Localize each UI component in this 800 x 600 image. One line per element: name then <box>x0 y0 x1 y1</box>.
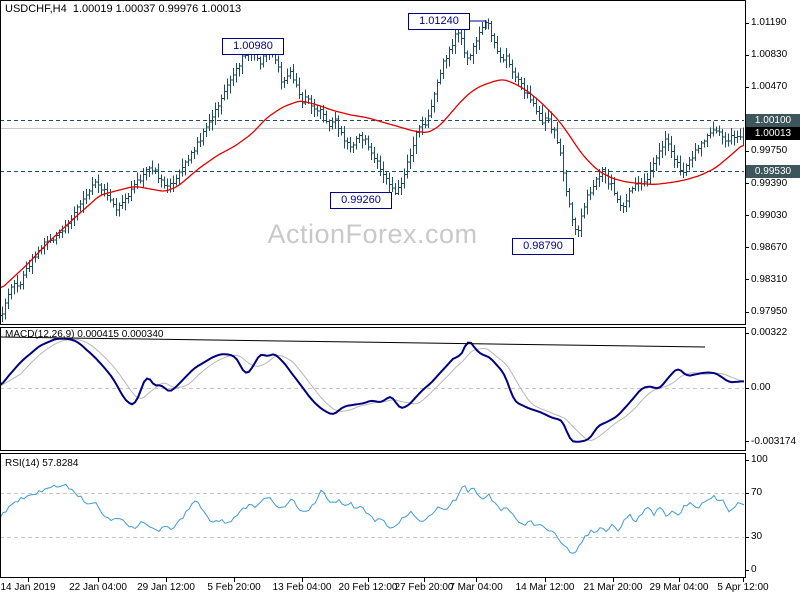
time-axis-label: 5 Feb 20:00 <box>207 582 261 593</box>
time-axis-label: 5 Apr 12:00 <box>717 582 769 593</box>
price-tag: 1.00013 <box>746 127 800 140</box>
rsi-axis-label: 100 <box>751 454 768 465</box>
time-axis-label: 21 Mar 20:00 <box>583 582 643 593</box>
price-axis-label: 0.99030 <box>751 210 788 221</box>
price-tag: 0.99530 <box>746 165 800 178</box>
price-axis-label: 0.97950 <box>751 306 788 317</box>
price-tag: 1.00100 <box>746 114 800 127</box>
macd-axis-label: 0.00 <box>751 382 771 393</box>
time-axis-label: 29 Jan 12:00 <box>137 582 195 593</box>
macd-axis-label: -0.003174 <box>751 436 797 447</box>
rsi-plot[interactable] <box>0 452 745 578</box>
price-axis-label: 1.00470 <box>751 81 788 92</box>
time-axis-label: 20 Feb 12:00 <box>338 582 398 593</box>
time-axis-label: 14 Mar 12:00 <box>515 582 575 593</box>
macd-plot[interactable] <box>0 327 745 450</box>
price-axis-label: 1.00830 <box>751 49 788 60</box>
rsi-axis-label: 70 <box>751 487 763 498</box>
price-axis-label: 1.01190 <box>751 17 787 28</box>
time-axis-label: 7 Mar 04:00 <box>449 582 503 593</box>
price-chart-plot[interactable] <box>0 0 745 325</box>
time-axis-label: 14 Jan 2019 <box>0 582 56 593</box>
price-axis-label: 0.99390 <box>751 178 788 189</box>
rsi-axis-label: 0 <box>751 564 757 575</box>
time-axis-label: 29 Mar 04:00 <box>649 582 709 593</box>
rsi-axis-label: 30 <box>751 531 763 542</box>
time-axis-label: 22 Jan 04:00 <box>69 582 127 593</box>
price-axis-label: 0.98310 <box>751 274 788 285</box>
price-axis-label: 0.98670 <box>751 242 788 253</box>
price-axis-label: 0.99750 <box>751 145 788 156</box>
time-axis-label: 13 Feb 04:00 <box>272 582 332 593</box>
macd-axis-label: 0.00322 <box>751 327 788 338</box>
time-axis-label: 27 Feb 20:00 <box>394 582 454 593</box>
trading-chart-window: ActionForex.com USDCHF,H4 1.00019 1.0003… <box>0 0 800 600</box>
